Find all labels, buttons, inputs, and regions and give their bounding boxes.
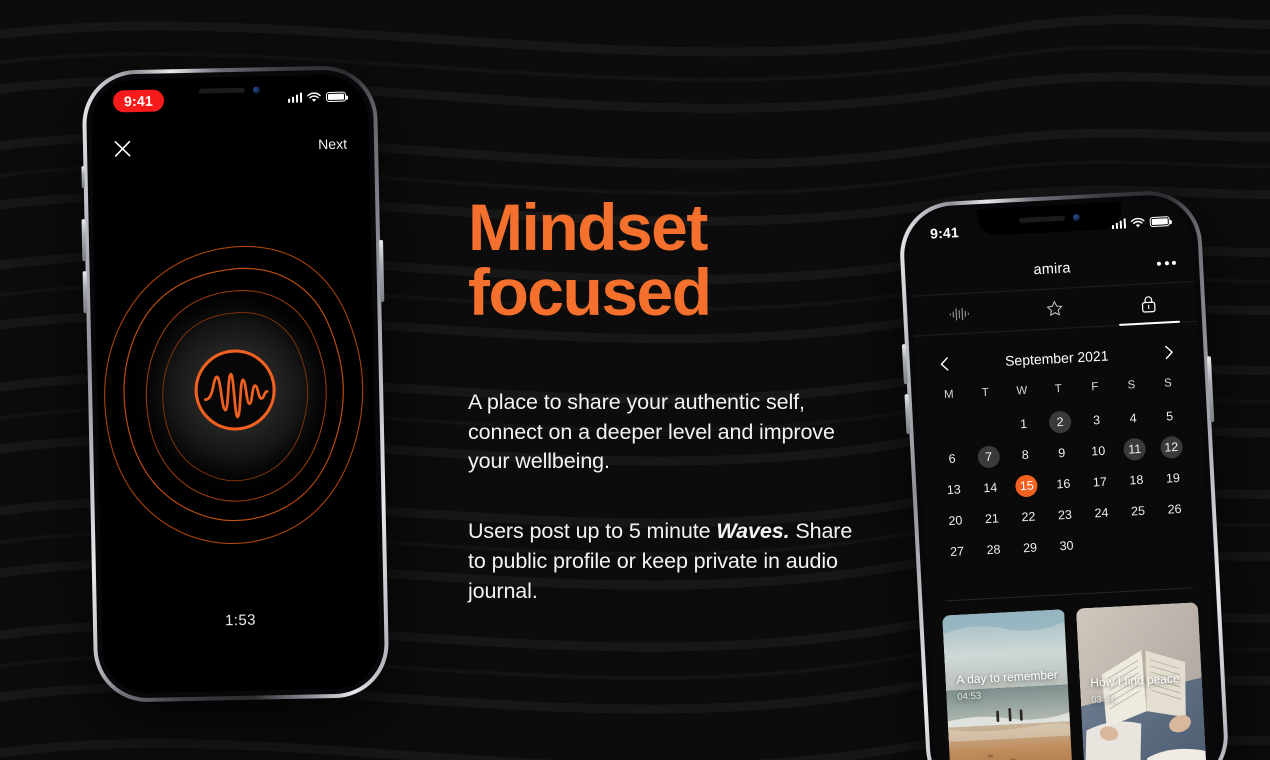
- page-title: Mindset focused: [468, 190, 712, 330]
- status-bar-left: 9:41: [91, 74, 369, 124]
- calendar-day-20[interactable]: 20: [944, 509, 967, 532]
- calendar-day-19[interactable]: 19: [1161, 467, 1184, 490]
- calendar-day-23[interactable]: 23: [1053, 503, 1076, 526]
- calendar-day-5[interactable]: 5: [1158, 405, 1181, 428]
- calendar-grid[interactable]: M T W T F S S 1 2 3 4 5 6 7 8 9 10 11 12 13 14 15 16 17 18 19 20 21…: [930, 376, 1195, 563]
- calendar-day-11[interactable]: 11: [1123, 437, 1147, 461]
- description-paragraph-1: A place to share your authentic self, co…: [468, 389, 835, 474]
- tab-private[interactable]: [1100, 282, 1197, 326]
- calendar-day-4[interactable]: 4: [1122, 407, 1145, 430]
- calendar-day-15[interactable]: 15: [1015, 474, 1039, 498]
- record-button-group: [194, 349, 276, 431]
- calendar-weekday-3: T: [1054, 382, 1063, 396]
- calendar-day-6[interactable]: 6: [941, 447, 964, 470]
- calendar-day-9[interactable]: 9: [1050, 441, 1073, 464]
- calendar-weekday-2: W: [1016, 384, 1028, 398]
- calendar-header: September 2021: [914, 334, 1199, 383]
- media-card-overlay: A day to remember 04:53: [956, 667, 1061, 703]
- profile-username: amira: [1033, 259, 1072, 278]
- cellular-signal-icon: [1111, 218, 1127, 230]
- calendar-day-3[interactable]: 3: [1085, 409, 1108, 432]
- calendar-day-22[interactable]: 22: [1017, 505, 1040, 528]
- calendar-day-24[interactable]: 24: [1090, 501, 1113, 524]
- volume-up-button-left[interactable]: [81, 219, 87, 262]
- close-icon[interactable]: [114, 140, 131, 157]
- tab-favorites[interactable]: [1006, 287, 1103, 331]
- recording-time-pill: 9:41: [112, 89, 165, 113]
- phone-screen-left: 9:41 Next 1:53: [90, 74, 381, 694]
- calendar-day-17[interactable]: 17: [1088, 471, 1111, 494]
- mute-switch-left[interactable]: [80, 166, 85, 189]
- calendar-weekday-6: S: [1163, 377, 1173, 390]
- status-icons-right: [1111, 216, 1171, 230]
- phone-screen-right: 9:41 amira September 2021 M T W T F S S …: [906, 197, 1222, 760]
- lock-icon: [1142, 295, 1156, 313]
- calendar-day-1[interactable]: 1: [1012, 412, 1035, 435]
- calendar-day-21[interactable]: 21: [980, 507, 1003, 530]
- calendar-blank-cell: [950, 417, 951, 439]
- calendar-weekday-1: T: [981, 386, 990, 400]
- status-icons-left: [287, 91, 347, 103]
- calendar-day-2[interactable]: 2: [1048, 410, 1072, 434]
- recording-visualizer: [104, 245, 364, 545]
- calendar-day-10[interactable]: 10: [1087, 440, 1110, 463]
- status-time: 9:41: [929, 224, 960, 242]
- waves-emphasis: Waves.: [716, 519, 790, 544]
- calendar-day-25[interactable]: 25: [1126, 500, 1149, 523]
- tab-waves[interactable]: [911, 292, 1008, 336]
- chevron-right-icon[interactable]: [1160, 344, 1177, 361]
- star-icon: [1046, 301, 1062, 316]
- description-paragraph-2: Users post up to 5 minute Waves. Share t…: [468, 517, 868, 607]
- cellular-signal-icon: [287, 92, 303, 103]
- marketing-copy: Mindset focused A place to share your au…: [468, 190, 868, 607]
- calendar-weekday-4: F: [1091, 381, 1099, 394]
- calendar-day-8[interactable]: 8: [1014, 443, 1037, 466]
- phone-mockup-profile: 9:41 amira September 2021 M T W T F S S …: [897, 188, 1231, 760]
- calendar-day-7[interactable]: 7: [977, 445, 1001, 469]
- calendar-day-29[interactable]: 29: [1019, 536, 1042, 559]
- calendar-day-12[interactable]: 12: [1159, 435, 1183, 459]
- calendar-day-18[interactable]: 18: [1125, 469, 1148, 492]
- media-card-overlay: How I find peace 03:21: [1090, 670, 1195, 706]
- calendar-month-label: September 2021: [1004, 347, 1109, 369]
- calendar-weekday-0: M: [943, 388, 954, 402]
- calendar-day-26[interactable]: 26: [1163, 498, 1186, 521]
- recorder-top-bar: Next: [92, 126, 370, 166]
- media-card[interactable]: How I find peace 03:21: [1075, 602, 1207, 760]
- calendar-day-30[interactable]: 30: [1055, 534, 1078, 557]
- wifi-icon: [307, 91, 321, 102]
- more-options-icon[interactable]: [1156, 260, 1177, 266]
- calendar-day-16[interactable]: 16: [1052, 472, 1075, 495]
- chevron-left-icon[interactable]: [937, 356, 954, 373]
- media-card[interactable]: A day to remember 04:53: [942, 609, 1074, 760]
- calendar-blank-cell: [986, 415, 987, 437]
- calendar-day-28[interactable]: 28: [982, 538, 1005, 561]
- calendar-divider: [945, 587, 1194, 602]
- volume-down-button-left[interactable]: [82, 271, 88, 314]
- calendar-day-14[interactable]: 14: [979, 476, 1002, 499]
- paragraph-2-lead: Users post up to 5 minute: [468, 519, 717, 544]
- waveform-icon: [950, 307, 970, 320]
- battery-icon: [325, 91, 347, 103]
- next-button[interactable]: Next: [318, 136, 347, 153]
- media-card-list: A day to remember 04:53 How I find peace 0…: [942, 602, 1207, 760]
- calendar-weekday-5: S: [1127, 379, 1136, 392]
- wifi-icon: [1130, 217, 1145, 227]
- calendar-day-13[interactable]: 13: [942, 478, 965, 501]
- battery-icon: [1149, 216, 1171, 228]
- phone-mockup-recording: 9:41 Next 1:53: [80, 64, 390, 704]
- calendar-day-27[interactable]: 27: [945, 540, 968, 563]
